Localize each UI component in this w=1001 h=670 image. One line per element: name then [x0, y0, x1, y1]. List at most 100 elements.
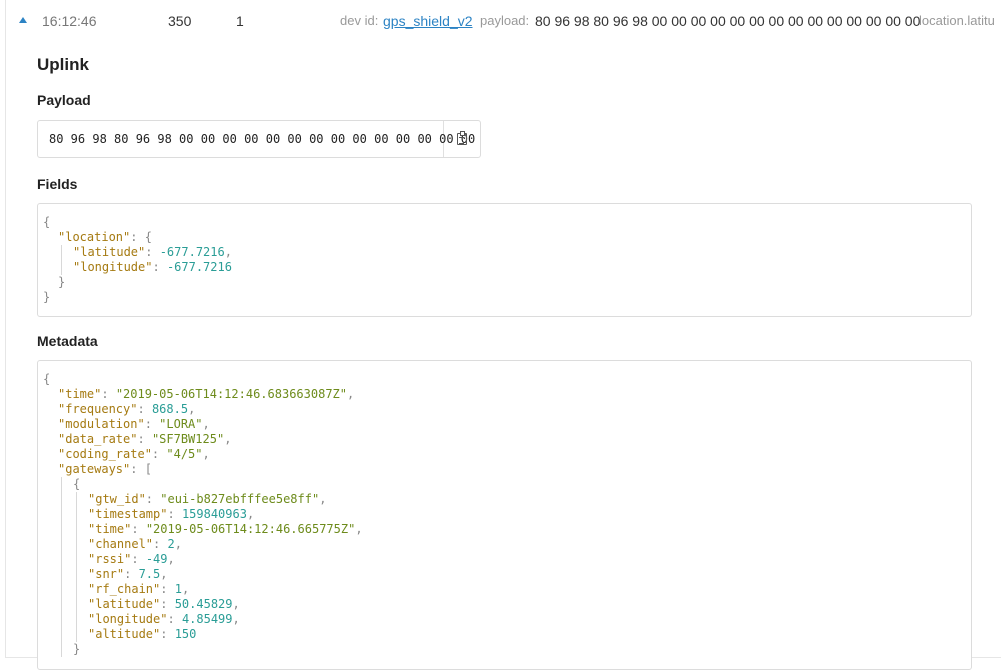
- json-token: "latitude": [88, 597, 161, 611]
- json-token: :: [137, 432, 152, 446]
- indent-guide: [58, 627, 73, 642]
- json-line: "latitude": -677.7216,: [38, 245, 971, 260]
- json-token: 1: [174, 582, 182, 596]
- indent-guide: [58, 507, 73, 522]
- json-token: }: [58, 275, 66, 289]
- json-line: "coding_rate": "4/5",: [38, 447, 971, 462]
- indent-guide: [43, 417, 58, 432]
- json-token: ,: [160, 567, 168, 581]
- json-token: }: [73, 642, 81, 656]
- indent-guide: [58, 477, 73, 492]
- dev-id-link[interactable]: gps_shield_v2: [383, 13, 473, 29]
- json-token: 50.45829: [174, 597, 233, 611]
- indent-guide: [43, 597, 58, 612]
- json-token: "location": [58, 230, 131, 244]
- indent-guide: [58, 245, 73, 260]
- json-token: "latitude": [73, 245, 146, 259]
- json-line: {: [38, 477, 971, 492]
- indent-guide: [58, 582, 73, 597]
- indent-guide: [43, 275, 58, 290]
- json-line: "altitude": 150: [38, 627, 971, 642]
- indent-guide: [43, 477, 58, 492]
- json-token: "gtw_id": [88, 492, 146, 506]
- json-token: :: [167, 507, 182, 521]
- json-token: : {: [130, 230, 152, 244]
- json-token: "2019-05-06T14:12:46.665775Z": [145, 522, 356, 536]
- json-token: ,: [174, 537, 182, 551]
- json-token: 150: [174, 627, 197, 641]
- json-line: }: [38, 275, 971, 290]
- indent-guide: [43, 507, 58, 522]
- json-line: "frequency": 868.5,: [38, 402, 971, 417]
- message-time: 16:12:46: [42, 13, 97, 29]
- json-token: "rssi": [88, 552, 132, 566]
- json-token: :: [124, 567, 139, 581]
- metadata-heading: Metadata: [37, 333, 98, 349]
- json-token: "LORA": [159, 417, 203, 431]
- json-token: ,: [224, 245, 232, 259]
- json-line: "timestamp": 159840963,: [38, 507, 971, 522]
- indent-guide: [73, 537, 88, 552]
- json-token: "time": [88, 522, 132, 536]
- indent-guide: [58, 552, 73, 567]
- json-token: ,: [347, 387, 355, 401]
- json-token: :: [145, 245, 160, 259]
- json-token: 4.85499: [181, 612, 233, 626]
- message-port: 1: [236, 13, 244, 29]
- json-token: "gateways": [58, 462, 131, 476]
- indent-guide: [73, 522, 88, 537]
- message-counter: 350: [168, 13, 192, 29]
- json-token: ,: [319, 492, 327, 506]
- message-row[interactable]: 16:12:46 350 1 dev id: gps_shield_v2 pay…: [0, 0, 1001, 42]
- json-token: :: [160, 597, 175, 611]
- json-line: "longitude": -677.7216: [38, 260, 971, 275]
- json-token: :: [160, 627, 175, 641]
- json-token: "longitude": [88, 612, 168, 626]
- json-token: ,: [232, 597, 240, 611]
- indent-guide: [73, 597, 88, 612]
- json-token: : [: [130, 462, 152, 476]
- indent-guide: [58, 567, 73, 582]
- indent-guide: [58, 642, 73, 657]
- json-token: 159840963: [181, 507, 247, 521]
- indent-guide: [43, 567, 58, 582]
- json-token: }: [43, 290, 51, 304]
- json-token: :: [145, 492, 161, 506]
- caret-up-icon[interactable]: [19, 17, 27, 23]
- json-token: ,: [188, 402, 196, 416]
- json-token: :: [144, 417, 160, 431]
- json-token: "SF7BW125": [151, 432, 225, 446]
- json-line: "rssi": -49,: [38, 552, 971, 567]
- json-token: "channel": [88, 537, 154, 551]
- indent-guide: [73, 612, 88, 627]
- fields-heading: Fields: [37, 176, 78, 192]
- indent-guide: [43, 245, 58, 260]
- json-token: 7.5: [138, 567, 161, 581]
- json-line: "latitude": 50.45829,: [38, 597, 971, 612]
- json-token: "coding_rate": [58, 447, 152, 461]
- indent-guide: [73, 582, 88, 597]
- json-token: :: [131, 522, 146, 536]
- indent-guide: [58, 492, 73, 507]
- json-token: ,: [355, 522, 363, 536]
- json-token: :: [153, 537, 168, 551]
- dev-id-label: dev id:: [340, 13, 379, 28]
- payload-hex-field[interactable]: 80 96 98 80 96 98 00 00 00 00 00 00 00 0…: [38, 121, 475, 157]
- json-line: "gtw_id": "eui-b827ebfffee5e8ff",: [38, 492, 971, 507]
- indent-guide: [43, 387, 58, 402]
- indent-guide: [43, 642, 58, 657]
- json-token: "timestamp": [88, 507, 168, 521]
- uplink-title: Uplink: [37, 55, 89, 74]
- json-token: :: [167, 612, 182, 626]
- json-token: :: [137, 402, 152, 416]
- indent-guide: [43, 462, 58, 477]
- json-line: {: [38, 372, 971, 387]
- indent-guide: [73, 627, 88, 642]
- indent-guide: [73, 507, 88, 522]
- indent-guide: [43, 582, 58, 597]
- indent-guide: [58, 537, 73, 552]
- json-token: ,: [167, 552, 175, 566]
- json-token: {: [73, 477, 81, 491]
- json-token: :: [131, 552, 146, 566]
- copy-payload-button[interactable]: [444, 121, 480, 157]
